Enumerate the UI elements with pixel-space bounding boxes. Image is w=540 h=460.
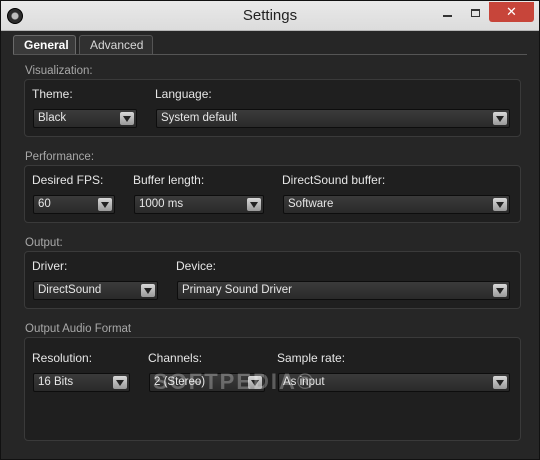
maximize-icon [470, 8, 480, 17]
driver-select[interactable]: DirectSound [33, 281, 158, 300]
language-label: Language: [155, 87, 212, 101]
dropdown-arrow-icon[interactable] [493, 112, 507, 125]
title-bar[interactable]: Settings ✕ [1, 1, 539, 31]
tab-general[interactable]: General [13, 35, 76, 55]
dropdown-arrow-icon[interactable] [113, 376, 127, 389]
section-title-performance: Performance: [25, 151, 95, 163]
section-title-audio-format: Output Audio Format [25, 323, 132, 335]
settings-window: Settings ✕ General Advanced Visualizatio… [0, 0, 540, 460]
resolution-label: Resolution: [32, 351, 93, 365]
language-select[interactable]: System default [156, 109, 510, 128]
group-visualization: Theme: Black Language: System default [24, 79, 521, 137]
language-value: System default [161, 112, 238, 124]
fps-select[interactable]: 60 [33, 195, 115, 214]
dropdown-arrow-icon[interactable] [493, 284, 507, 297]
driver-value: DirectSound [38, 284, 102, 296]
buffer-length-select[interactable]: 1000 ms [134, 195, 264, 214]
fps-label: Desired FPS: [32, 173, 104, 187]
close-button[interactable]: ✕ [489, 2, 534, 22]
dropdown-arrow-icon[interactable] [98, 198, 112, 211]
channels-select[interactable]: 2 (Stereo) [149, 373, 265, 392]
dropdown-arrow-icon[interactable] [493, 376, 507, 389]
theme-label: Theme: [32, 87, 73, 101]
group-performance: Desired FPS: 60 Buffer length: 1000 ms D… [24, 165, 521, 223]
directsound-buffer-select[interactable]: Software [283, 195, 510, 214]
group-audio-format: Resolution: 16 Bits Channels: 2 (Stereo)… [24, 337, 521, 441]
dropdown-arrow-icon[interactable] [120, 112, 134, 125]
tab-divider [13, 54, 527, 55]
tab-advanced[interactable]: Advanced [79, 35, 153, 55]
channels-value: 2 (Stereo) [154, 376, 206, 388]
resolution-select[interactable]: 16 Bits [33, 373, 130, 392]
theme-value: Black [38, 112, 67, 124]
section-title-output: Output: [25, 237, 63, 249]
minimize-button[interactable] [434, 2, 460, 22]
directsound-buffer-label: DirectSound buffer: [282, 173, 386, 187]
dropdown-arrow-icon[interactable] [493, 198, 507, 211]
sample-rate-select[interactable]: As input [278, 373, 510, 392]
sample-rate-label: Sample rate: [277, 351, 346, 365]
channels-label: Channels: [148, 351, 203, 365]
dropdown-arrow-icon[interactable] [248, 376, 262, 389]
device-value: Primary Sound Driver [182, 284, 292, 296]
dropdown-arrow-icon[interactable] [247, 198, 261, 211]
fps-value: 60 [38, 198, 51, 210]
device-label: Device: [176, 259, 217, 273]
device-select[interactable]: Primary Sound Driver [177, 281, 510, 300]
directsound-buffer-value: Software [288, 198, 334, 210]
driver-label: Driver: [32, 259, 68, 273]
theme-select[interactable]: Black [33, 109, 137, 128]
buffer-length-value: 1000 ms [139, 198, 184, 210]
group-output: Driver: DirectSound Device: Primary Soun… [24, 251, 521, 309]
dropdown-arrow-icon[interactable] [141, 284, 155, 297]
section-title-visualization: Visualization: [25, 65, 93, 77]
resolution-value: 16 Bits [38, 376, 74, 388]
maximize-button[interactable] [462, 2, 488, 22]
sample-rate-value: As input [283, 376, 325, 388]
close-icon: ✕ [506, 4, 517, 19]
buffer-length-label: Buffer length: [133, 173, 205, 187]
minimize-icon [442, 14, 452, 17]
